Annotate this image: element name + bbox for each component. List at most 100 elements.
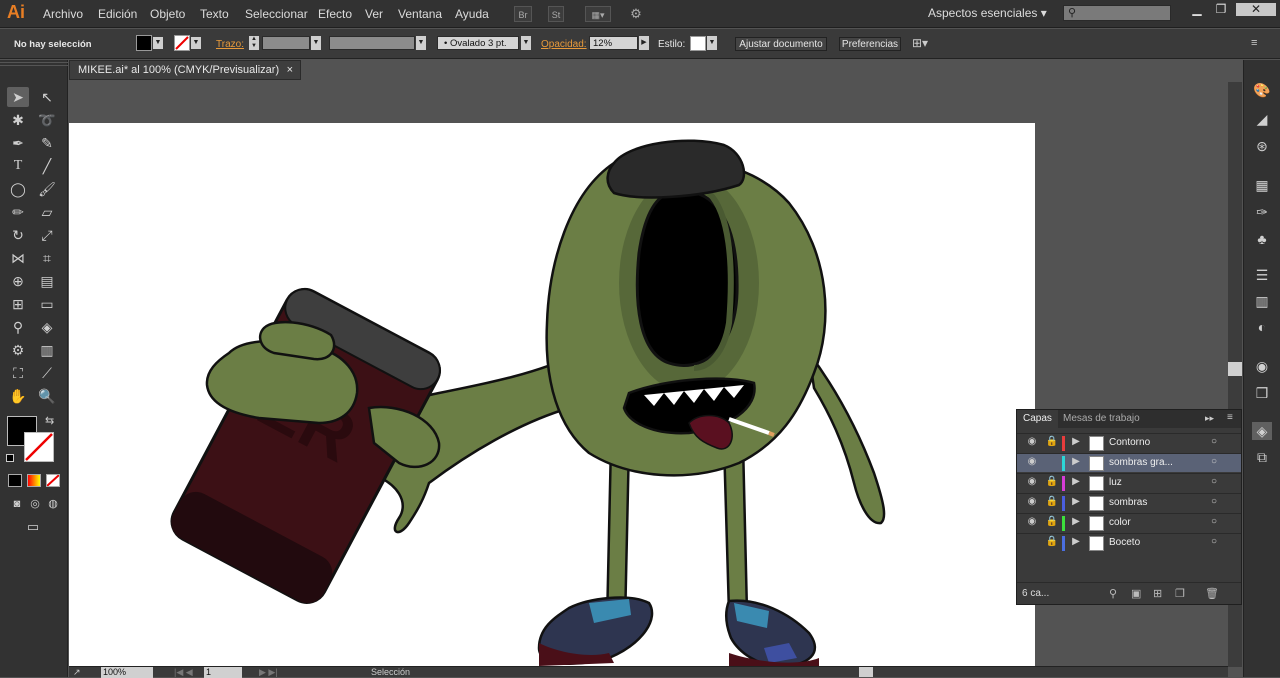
control-panel-menu-icon[interactable]: ≡ — [1251, 37, 1257, 49]
slice-tool-icon[interactable]: ⟋ — [36, 363, 58, 383]
arrange-documents-icon[interactable]: ▦▾ — [585, 6, 611, 22]
gradient-tool-icon[interactable]: ▭ — [36, 294, 58, 314]
color-guide-icon[interactable]: 🎨 — [1252, 81, 1272, 99]
brush-dropdown-icon[interactable]: ▼ — [521, 36, 531, 50]
magic-wand-tool-icon[interactable]: ✱ — [7, 110, 29, 130]
next-artboard-icon[interactable]: ▶ ▶| — [259, 667, 278, 678]
artboard-tool-icon[interactable]: ⛶ — [7, 363, 29, 383]
lock-icon[interactable]: 🔒 — [1045, 536, 1059, 547]
visibility-eye-icon[interactable]: ◉ — [1025, 436, 1039, 447]
gradient-mode-icon[interactable] — [27, 474, 41, 487]
color-mode-icon[interactable] — [8, 474, 22, 487]
workspace-switcher[interactable]: Aspectos esenciales ▾ — [928, 6, 1047, 20]
menu-ver[interactable]: Ver — [365, 7, 383, 21]
artboard[interactable]: ER — [69, 123, 1035, 666]
blend-tool-icon[interactable]: ◈ — [36, 317, 58, 337]
vertical-scrollbar-thumb[interactable] — [1228, 362, 1242, 376]
visibility-eye-icon[interactable]: ◉ — [1025, 496, 1039, 507]
layer-row[interactable]: ◉ 🔒 ▶ sombras ○ — [1017, 493, 1241, 512]
document-tab[interactable]: MIKEE.ai* al 100% (CMYK/Previsualizar) × — [69, 60, 301, 80]
menu-objeto[interactable]: Objeto — [150, 7, 185, 21]
menu-seleccionar[interactable]: Seleccionar — [245, 7, 308, 21]
horizontal-scrollbar-thumb[interactable] — [859, 667, 873, 677]
first-artboard-icon[interactable]: |◀ ◀ — [174, 667, 193, 678]
tab-capas[interactable]: Capas — [1017, 410, 1058, 428]
lock-icon[interactable]: 🔒 — [1045, 496, 1059, 507]
search-input[interactable]: ⚲ — [1063, 5, 1171, 21]
graph-tool-icon[interactable]: ▥ — [36, 340, 58, 360]
direct-selection-tool-icon[interactable]: ↖ — [36, 87, 58, 107]
style-dropdown-icon[interactable]: ▼ — [707, 36, 717, 50]
expand-arrow-icon[interactable]: ▶ — [1069, 496, 1083, 507]
symbol-sprayer-tool-icon[interactable]: ⚙ — [7, 340, 29, 360]
panel-menu-icon[interactable]: ≡ — [1227, 412, 1233, 423]
visibility-eye-icon[interactable]: ◉ — [1025, 456, 1039, 467]
artboard-field[interactable]: 1 — [204, 667, 242, 678]
align-options-icon[interactable]: ⊞▾ — [912, 36, 928, 50]
screen-mode-icon[interactable]: ▭ — [22, 517, 44, 537]
appearance-panel-icon[interactable]: ◉ — [1252, 357, 1272, 375]
rotate-tool-icon[interactable]: ↻ — [7, 225, 29, 245]
stroke-panel-icon[interactable]: ☰ — [1252, 266, 1272, 284]
selection-tool-icon[interactable]: ➤ — [7, 87, 29, 107]
delete-layer-icon[interactable]: 🗑 — [1205, 587, 1219, 600]
stroke-weight-stepper[interactable]: ▲ ▼ — [249, 36, 259, 50]
opacity-label[interactable]: Opacidad: — [541, 39, 587, 50]
menu-ventana[interactable]: Ventana — [398, 7, 442, 21]
fill-swatch[interactable] — [136, 35, 152, 51]
document-tab-close-icon[interactable]: × — [287, 61, 293, 79]
layer-name[interactable]: sombras gra... — [1109, 457, 1173, 468]
target-circle-icon[interactable]: ○ — [1207, 536, 1221, 547]
layers-panel-icon[interactable]: ◈ — [1252, 422, 1272, 440]
new-layer-icon[interactable]: ❐ — [1175, 587, 1185, 600]
brushes-icon[interactable]: ✑ — [1252, 203, 1272, 221]
transparency-panel-icon[interactable]: ◐ — [1252, 318, 1272, 336]
target-circle-icon[interactable]: ○ — [1207, 436, 1221, 447]
lock-icon[interactable]: 🔒 — [1045, 476, 1059, 487]
target-circle-icon[interactable]: ○ — [1207, 456, 1221, 467]
opacity-arrow-icon[interactable]: ▶ — [639, 36, 649, 50]
none-mode-icon[interactable] — [46, 474, 60, 487]
swap-fill-stroke-icon[interactable]: ⇆ — [45, 414, 54, 427]
ajustar-documento-button[interactable]: Ajustar documento — [735, 37, 827, 51]
gpu-performance-icon[interactable]: ⚙ — [625, 6, 647, 22]
target-circle-icon[interactable]: ○ — [1207, 516, 1221, 527]
shape-builder-tool-icon[interactable]: ⊕ — [7, 271, 29, 291]
layer-row[interactable]: 🔒 ▶ Boceto ○ — [1017, 533, 1241, 552]
layer-row[interactable]: ◉ 🔒 ▶ color ○ — [1017, 513, 1241, 532]
visibility-eye-icon[interactable]: ◉ — [1025, 516, 1039, 527]
menu-texto[interactable]: Texto — [200, 7, 229, 21]
mesh-tool-icon[interactable]: ⊞ — [7, 294, 29, 314]
layer-name[interactable]: sombras — [1109, 497, 1147, 508]
gradient-panel-icon[interactable]: ▥ — [1252, 292, 1272, 310]
pen-tool-icon[interactable]: ✒ — [7, 133, 29, 153]
hand-tool-icon[interactable]: ✋ — [7, 386, 29, 406]
target-circle-icon[interactable]: ○ — [1207, 496, 1221, 507]
type-tool-icon[interactable]: T — [7, 156, 29, 176]
tab-mesas-de-trabajo[interactable]: Mesas de trabajo — [1057, 410, 1146, 428]
stroke-dropdown-icon[interactable]: ▼ — [191, 37, 201, 49]
expand-arrow-icon[interactable]: ▶ — [1069, 536, 1083, 547]
layer-name[interactable]: luz — [1109, 477, 1122, 488]
menu-edicion[interactable]: Edición — [98, 7, 137, 21]
stroke-weight-dropdown-icon[interactable]: ▼ — [311, 36, 321, 50]
layer-name[interactable]: Boceto — [1109, 537, 1140, 548]
lasso-tool-icon[interactable]: ➰ — [36, 110, 58, 130]
scale-tool-icon[interactable]: ⤢ — [36, 225, 58, 245]
layer-row[interactable]: ◉ 🔒 ▶ Contorno ○ — [1017, 433, 1241, 452]
opacity-field[interactable]: 12% — [589, 36, 638, 50]
symbols-icon[interactable]: ♣ — [1252, 230, 1272, 248]
bridge-button[interactable]: Br — [514, 6, 532, 22]
stroke-weight-field[interactable] — [262, 36, 310, 50]
draw-inside-icon[interactable]: ◍ — [42, 494, 64, 514]
color-wheel-icon[interactable]: ⊛ — [1252, 137, 1272, 155]
panel-collapse-icon[interactable]: ▸▸ — [1205, 413, 1214, 424]
stroke-color-box[interactable] — [24, 432, 54, 462]
default-colors-icon[interactable] — [6, 454, 14, 462]
menu-efecto[interactable]: Efecto — [318, 7, 352, 21]
perspective-grid-tool-icon[interactable]: ▤ — [36, 271, 58, 291]
layer-name[interactable]: color — [1109, 517, 1131, 528]
clipping-mask-icon[interactable]: ▣ — [1131, 587, 1141, 600]
expand-arrow-icon[interactable]: ▶ — [1069, 436, 1083, 447]
brush-definition[interactable]: • Ovalado 3 pt. — [437, 36, 519, 50]
